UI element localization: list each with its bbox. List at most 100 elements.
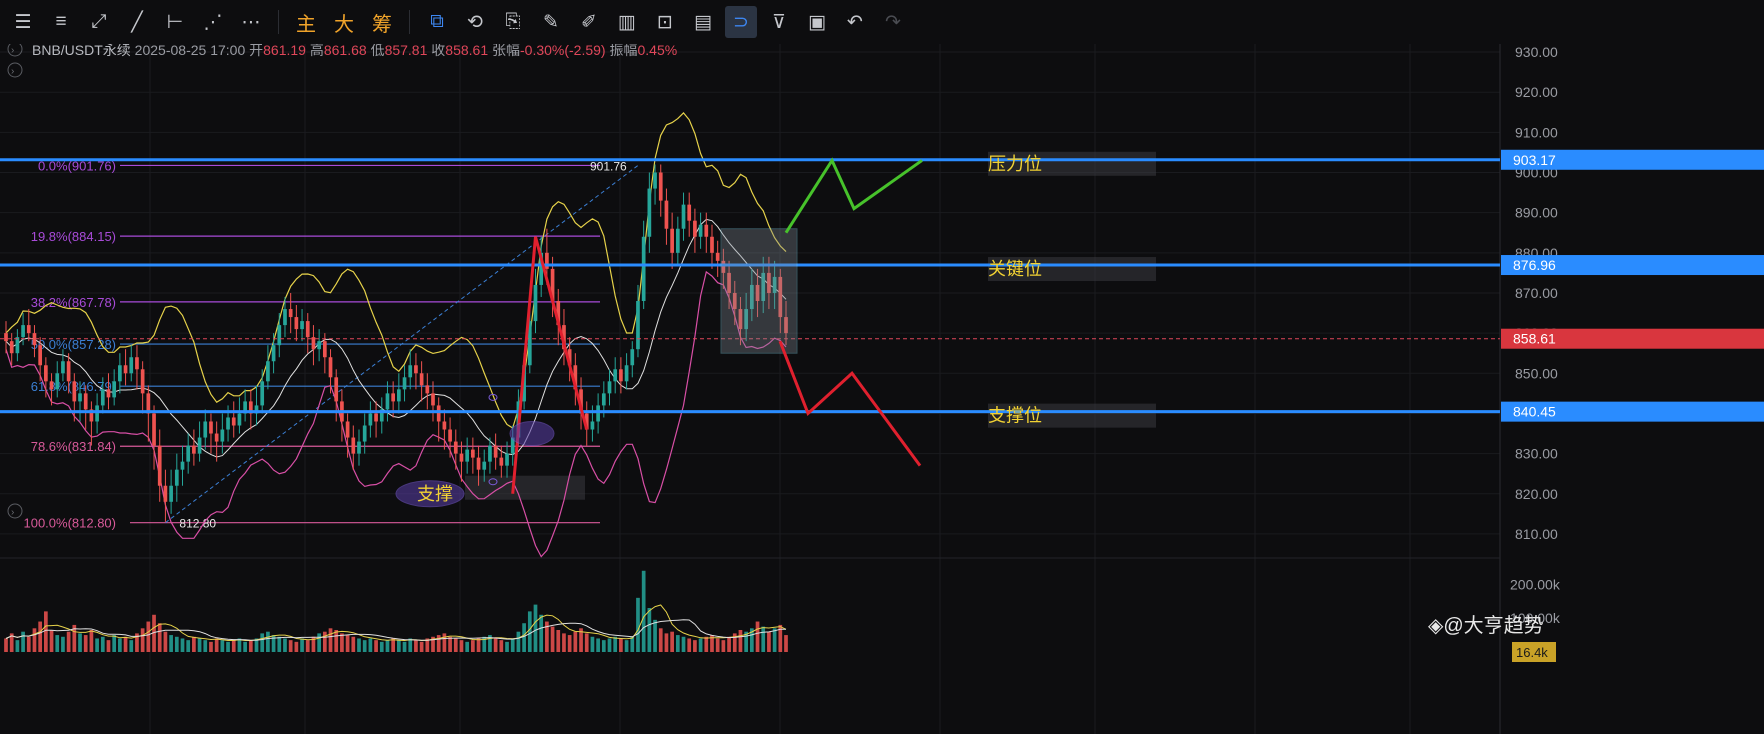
copy-icon[interactable]: ⎘ [497,6,529,38]
lock-icon[interactable]: ⊡ [649,6,681,38]
candle-body [482,461,487,470]
key-level-value: 876.96 [1513,257,1556,273]
candle-body [322,341,327,358]
candle-body [21,325,25,338]
candle-type-icon[interactable]: ▥ [611,6,643,38]
volume-bar [693,640,697,652]
current-price-value: 858.61 [1513,331,1556,347]
filter-icon[interactable]: ⊽ [763,6,795,38]
trash-icon[interactable]: ▣ [801,6,833,38]
volume-bar [15,640,20,652]
ruler-icon[interactable]: ✎ [535,6,567,38]
toolbar-label-1[interactable]: 大 [328,6,360,38]
candle-body [15,337,20,354]
consolidation-box [720,228,798,354]
indicator-icon[interactable]: ⧉ [421,6,453,38]
trend-line-icon[interactable]: ⤢ [83,6,115,38]
candle-body [4,333,8,342]
fib-level-label: 50.0%(857.28) [31,337,116,352]
volume-bar [112,635,117,652]
undo-icon[interactable]: ↶ [839,6,871,38]
volume-bar [419,641,424,652]
magnet-icon[interactable]: ⊃ [725,6,757,38]
ohlc-header: BNB/USDT永续 2025-08-25 17:00 开861.19 高861… [32,44,677,58]
note-icon[interactable]: ▤ [687,6,719,38]
candle-body [499,457,504,466]
volume-bar [527,611,532,652]
key-level-name: 支撑位 [988,406,1042,426]
watermark: ◈@大亨趋势 [1428,614,1544,637]
candle-body [391,393,396,402]
volume-bar [26,636,31,652]
redo-icon[interactable]: ↷ [877,6,909,38]
menu-icon[interactable]: ☰ [7,6,39,38]
candle-body [231,417,236,426]
volume-bar [596,638,600,652]
fib-icon[interactable]: ⋰ [197,6,229,38]
candle-body [675,228,680,253]
candle-body [465,449,470,462]
volume-bar [636,597,640,652]
horizontal-line-icon[interactable]: ⊢ [159,6,191,38]
candle-body [488,445,492,462]
header-field: 张幅 [492,44,520,58]
candle-body [38,345,43,366]
more-icon[interactable]: ⋯ [235,6,267,38]
candle-body [442,421,447,430]
toolbar-label-2[interactable]: 筹 [366,6,398,38]
toolbar-separator [409,10,410,34]
ray-icon[interactable]: ╱ [121,6,153,38]
candle-body [305,321,310,338]
volume-bar [61,636,65,652]
volume-bar [180,638,185,652]
swing-low-label: 812.80 [179,517,216,531]
volume-bar [55,635,60,652]
volume-bar [203,640,208,652]
volume-bar [522,623,526,652]
volume-bar [721,640,726,652]
volume-bar [687,638,692,652]
toolbar-label-0[interactable]: 主 [290,6,322,38]
candle-body [157,445,162,486]
candlestick-chart[interactable]: 930.00920.00910.00900.00890.00880.00870.… [0,44,1764,734]
price-tick-label: 920.00 [1515,84,1558,100]
candle-body [311,337,316,350]
candle-body [163,485,168,502]
price-tick-label: 890.00 [1515,205,1558,221]
candle-body [192,445,196,454]
replay-icon[interactable]: ⟲ [459,6,491,38]
candle-body [226,417,230,430]
volume-bar [539,614,544,652]
candle-body [596,405,600,422]
price-tick-label: 850.00 [1515,365,1558,381]
volume-bar [476,638,481,652]
header-field: 858.61 [445,44,492,58]
candle-body [112,381,117,398]
volume-bar [784,635,788,652]
volume-bar [630,636,635,652]
volume-bar [704,636,709,652]
pen-icon[interactable]: ✐ [573,6,605,38]
candle-body [9,341,14,354]
volume-bar [755,621,760,652]
candle-body [351,437,356,454]
volume-bar [163,631,168,652]
volume-bar [573,631,578,652]
chevron-icon: › [11,507,14,518]
volume-bar [590,636,595,652]
volume-bar [317,633,321,652]
candle-body [710,236,714,253]
volume-bar [44,611,48,652]
candle-body [687,204,692,221]
candle-body [476,457,481,470]
candle-body [203,421,208,438]
list-icon[interactable]: ≡ [45,6,77,38]
volume-bar [675,635,680,652]
current-volume-value: 16.4k [1516,645,1548,660]
fib-level-label: 19.8%(884.15) [31,229,116,244]
volume-bar [146,621,151,652]
volume-bar [169,635,173,652]
volume-bar [38,621,43,652]
candle-body [66,361,71,382]
volume-bar [186,640,191,652]
